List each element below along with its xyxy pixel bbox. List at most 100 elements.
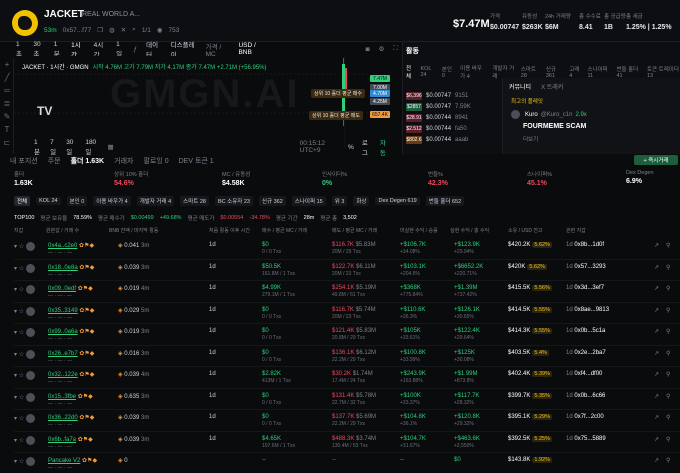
star-icon[interactable]: ☆ [19, 395, 24, 401]
copy-icon[interactable]: ❐ [97, 26, 103, 34]
trades-tab-watch[interactable]: 이용 바우가 4 [460, 64, 486, 80]
filter-icon[interactable]: ⚲ [666, 242, 670, 249]
table-row[interactable]: ▾ ☆ 0x36..22d0 ✿⚑◆ — · — · — ◈ 0.039 3m 1d $… [14, 410, 680, 432]
trades-tab-kol[interactable]: KOL 24 [420, 66, 435, 78]
post-user[interactable]: Kuro [525, 112, 538, 118]
related-wallet[interactable]: 1d 0xf4...df00 [566, 371, 602, 377]
row-tools[interactable]: ▾ ☆ [14, 306, 37, 316]
col-related[interactable]: 관련 지갑 [566, 227, 586, 234]
filter-icon[interactable]: ⚲ [666, 264, 670, 271]
range-30d[interactable]: 30일 [66, 139, 77, 156]
avatar[interactable] [25, 263, 35, 273]
row-tools[interactable]: ▾ ☆ [14, 349, 37, 359]
external-link-icon[interactable]: ↗ [654, 457, 659, 464]
table-row[interactable]: ▾ ☆ Pancake V2 ✿⚑◆ — · — · — ◈ 0 -- -- -- $0… [14, 453, 680, 473]
filter-sniper[interactable]: 스나이퍼 15 [291, 196, 326, 206]
fullscreen-icon[interactable]: ⛶ [391, 44, 400, 54]
avatar[interactable] [25, 414, 35, 423]
avatar[interactable] [25, 457, 35, 466]
external-link-icon[interactable]: ↗ [654, 307, 659, 314]
camera-icon[interactable]: ◙ [364, 45, 372, 54]
avatar[interactable] [25, 328, 35, 337]
star-icon[interactable]: ☆ [19, 438, 24, 444]
avatar[interactable] [25, 306, 35, 316]
col-sell[interactable]: 매도 / 평균 MC / 거래 [332, 227, 377, 234]
trade-row[interactable]: $28.91 $0.00744 8941 [406, 112, 500, 123]
external-link-icon[interactable]: ↗ [654, 328, 659, 335]
external-link-icon[interactable]: ↗ [654, 414, 659, 421]
auto-toggle[interactable]: 자동 [380, 137, 390, 157]
globe-icon[interactable]: ◍ [109, 26, 115, 34]
text-icon[interactable]: T [0, 123, 14, 136]
avatar[interactable] [511, 110, 520, 119]
col-realized[interactable]: 실현 수익 / 총 수익 [450, 227, 489, 234]
filter-icon[interactable]: ⚲ [666, 457, 670, 464]
trades-tab-whale[interactable]: 고래 4 [569, 65, 581, 79]
trades-tab-top[interactable]: 토큰 트레이더 13 [647, 65, 680, 79]
post-more[interactable]: 더보기 [503, 131, 680, 147]
table-row[interactable]: ▾ ☆ 0x35..3149 ✿⚑◆ — · — · — ◈ 0.029 5m 1d $… [14, 303, 680, 324]
wallet-address[interactable]: 0x18..0e8a ✿⚑◆ — · — · — [48, 264, 94, 278]
related-wallet[interactable]: 1d 0x3d...3ef7 [566, 285, 604, 291]
filter-dex[interactable]: Dex Degen 619 [375, 197, 420, 205]
tab-orders[interactable]: 주문 [48, 156, 61, 166]
trades-tab-all[interactable]: 전체 [406, 64, 414, 80]
tab-dev-tokens[interactable]: DEV 토큰 1 [179, 156, 214, 166]
avatar[interactable] [25, 392, 35, 402]
filter-watch[interactable]: 이용 바우가 4 [93, 196, 131, 206]
tab-holders[interactable]: 홀더 1.63K [71, 156, 105, 166]
wallet-address[interactable]: 0x4a..c2e0 ✿⚑◆ — · — · — [48, 242, 94, 256]
trades-tab-smart[interactable]: 스마트 28 [521, 65, 540, 79]
star-icon[interactable]: ☆ [19, 459, 24, 465]
trades-tab-sniper[interactable]: 스나이퍼 11 [588, 65, 611, 79]
ruler-icon[interactable]: ⊏ [0, 136, 14, 149]
star-icon[interactable]: ☆ [19, 309, 24, 315]
chevron-down-icon[interactable]: ▾ [14, 416, 17, 422]
tab-following[interactable]: 팔로잉 0 [143, 156, 168, 166]
filter-all[interactable]: 전체 [14, 196, 31, 206]
tab-positions[interactable]: 내 포지션 [10, 156, 38, 166]
table-row[interactable]: ▾ ☆ 0x99..0a6a ✿⚑◆ — · — · — ◈ 0.019 3m 1d $… [14, 324, 680, 346]
external-link-icon[interactable]: ↗ [654, 350, 659, 357]
filter-icon[interactable]: ⚲ [666, 350, 670, 357]
star-icon[interactable]: ☆ [19, 373, 24, 379]
trendline-icon[interactable]: ╱ [0, 71, 14, 84]
wallet-address[interactable]: 0x15..3fbe ✿⚑◆ — · — · — [48, 393, 93, 407]
external-link-icon[interactable]: ↗ [654, 371, 659, 378]
trade-row[interactable]: $2.512 $0.00744 fa50 [406, 123, 500, 134]
filter-icon[interactable]: ⚲ [666, 393, 670, 400]
filter-icon[interactable]: ⚲ [666, 371, 670, 378]
chevron-down-icon[interactable]: ▾ [14, 373, 17, 379]
filter-dev[interactable]: 개발자 거래 4 [136, 196, 175, 206]
star-icon[interactable]: ☆ [19, 266, 24, 272]
row-tools[interactable]: ▾ ☆ [14, 414, 37, 423]
chevron-down-icon[interactable]: ▾ [14, 395, 17, 401]
filter-bundle[interactable]: 번들 홀더 652 [425, 196, 465, 206]
tab-traders[interactable]: 거래자 [114, 156, 133, 166]
related-wallet[interactable]: 1d 0x8ae...9813 [566, 307, 609, 313]
chevron-down-icon[interactable]: ▾ [14, 244, 17, 250]
indicator-icon[interactable]: ƒ [131, 45, 139, 54]
avatar[interactable] [25, 435, 35, 445]
filter-icon[interactable]: ⚲ [666, 285, 670, 292]
trade-row[interactable]: $6,396 $0.00747 9151 [406, 90, 500, 101]
col-bnb[interactable]: BNB 잔액 / 마지막 활동 [109, 227, 158, 234]
filter-icon[interactable]: ⚲ [666, 436, 670, 443]
row-tools[interactable]: ▾ ☆ [14, 285, 37, 294]
row-tools[interactable]: ▾ ☆ [14, 242, 37, 251]
external-link-icon[interactable]: ↗ [654, 242, 659, 249]
row-tools[interactable]: ▾ ☆ [14, 392, 37, 402]
table-row[interactable]: ▾ ☆ 0x15..3fbe ✿⚑◆ — · — · — ◈ 0.635 3m 1d $… [14, 389, 680, 410]
crosshair-icon[interactable]: + [0, 58, 14, 71]
table-row[interactable]: ▾ ☆ 0x4a..c2e0 ✿⚑◆ — · — · — ◈ 0.041 3m 1d $… [14, 238, 680, 260]
filter-me[interactable]: 본인 0 [66, 196, 88, 206]
horizontal-line-icon[interactable]: ═ [0, 84, 14, 97]
external-link-icon[interactable]: ↗ [654, 393, 659, 400]
wallet-address[interactable]: 0x32..122e ✿⚑◆ — · — · — [48, 371, 94, 385]
currency-toggle[interactable]: USD / BNB [236, 41, 268, 57]
fib-icon[interactable]: ≣ [0, 97, 14, 110]
filter-icon[interactable]: ⚲ [666, 328, 670, 335]
filter-other[interactable]: 위 3 [331, 196, 348, 206]
range-7d[interactable]: 7일 [50, 139, 58, 156]
table-row[interactable]: ▾ ☆ 0x09..0edf ✿⚑◆ — · — · — ◈ 0.019 4m 1d $… [14, 281, 680, 303]
